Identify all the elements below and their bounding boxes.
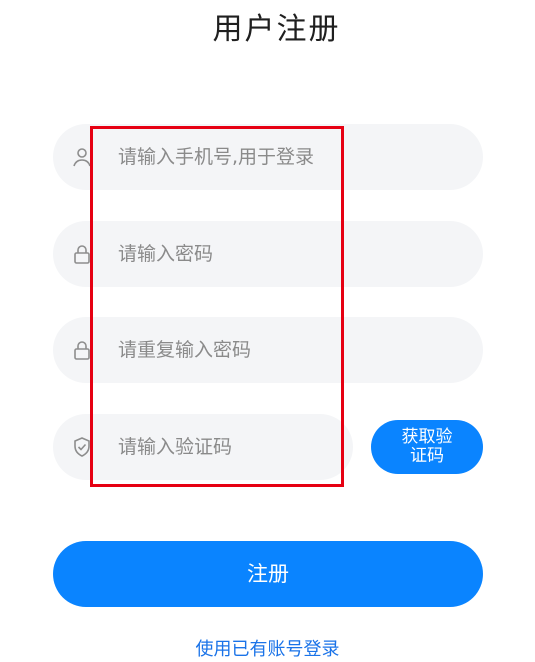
confirm-password-input[interactable] [118,317,338,383]
verification-code-field[interactable] [53,414,353,480]
lock-icon [70,242,94,266]
verification-code-input[interactable] [118,414,338,480]
page-title: 用户注册 [212,12,341,47]
register-button[interactable]: 注册 [53,541,483,607]
login-with-existing-account-link[interactable]: 使用已有账号登录 [0,635,535,661]
user-icon [70,145,94,169]
phone-field[interactable] [53,124,483,190]
password-input[interactable] [118,221,338,287]
lock-icon [70,338,94,362]
phone-input[interactable] [118,124,338,190]
get-code-button[interactable]: 获取验证码 [371,420,483,474]
password-field[interactable] [53,221,483,287]
shield-check-icon [70,435,94,459]
confirm-password-field[interactable] [53,317,483,383]
